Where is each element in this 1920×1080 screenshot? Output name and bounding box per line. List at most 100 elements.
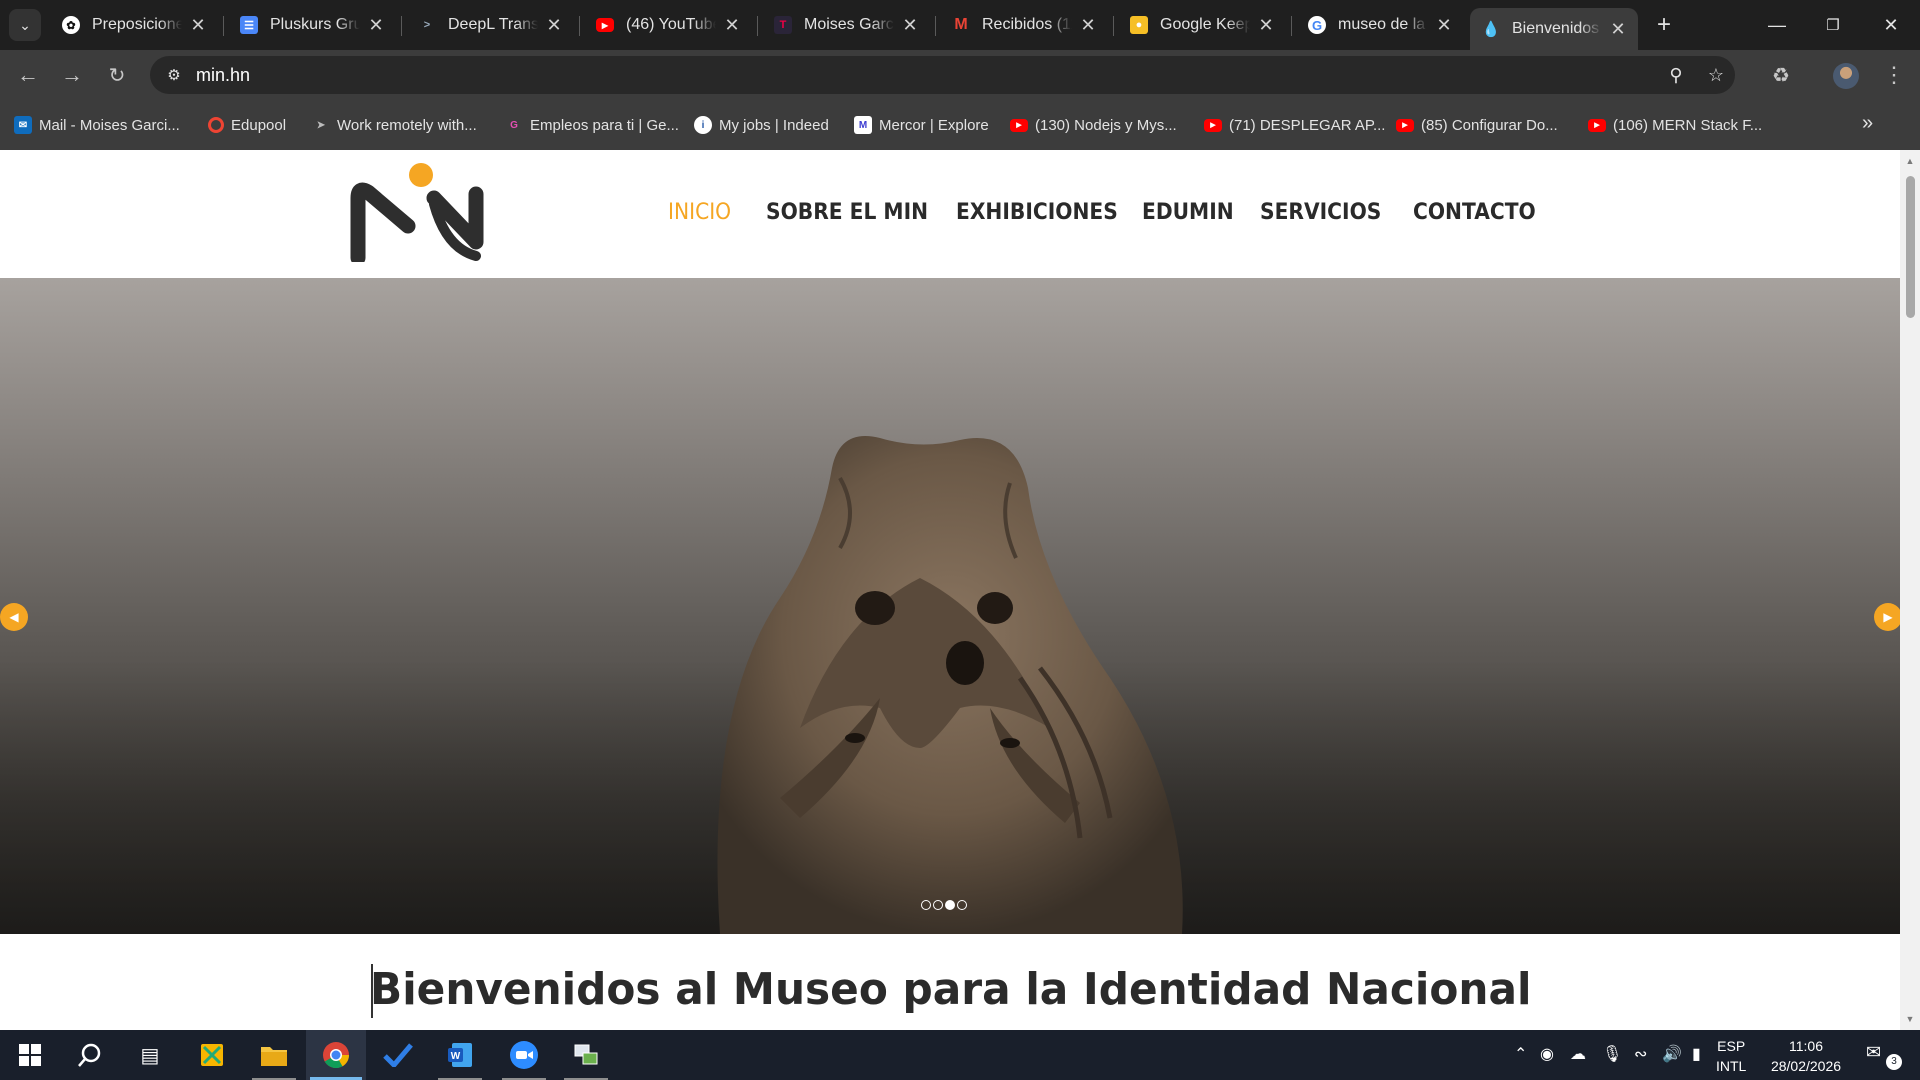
youtube-icon: ▶ xyxy=(1010,118,1028,132)
nav-edumin[interactable]: EDUMIN xyxy=(1142,192,1242,232)
tab-google-search[interactable]: G museo de la i ✕ xyxy=(1296,8,1464,42)
close-icon[interactable]: ✕ xyxy=(1256,15,1276,36)
onedrive-icon[interactable]: ☁ xyxy=(1570,1044,1586,1064)
nav-servicios[interactable]: SERVICIOS xyxy=(1260,192,1392,232)
start-windows-icon[interactable] xyxy=(0,1030,60,1080)
close-icon[interactable]: ✕ xyxy=(722,15,742,36)
tab-title: Moises Garcia xyxy=(804,16,894,33)
meet-now-icon[interactable]: ◉ xyxy=(1540,1044,1554,1064)
tab-preposiciones[interactable]: ✿ Preposiciones ✕ xyxy=(50,8,218,42)
bookmark-star-icon[interactable]: ☆ xyxy=(1702,61,1730,89)
carousel-dot-4[interactable] xyxy=(957,900,967,910)
profile-avatar[interactable] xyxy=(1833,63,1859,89)
bookmarks-overflow-icon[interactable]: » xyxy=(1862,112,1873,135)
minimize-button[interactable]: — xyxy=(1752,6,1802,44)
carousel-dot-3[interactable] xyxy=(945,900,955,910)
tab-moises[interactable]: T Moises Garcia ✕ xyxy=(762,8,930,42)
close-icon[interactable]: ✕ xyxy=(188,15,208,36)
bookmark-desplegar[interactable]: ▶ (71) DESPLEGAR AP... xyxy=(1204,114,1385,136)
page-scrollbar[interactable]: ▲ ▼ xyxy=(1900,150,1920,1030)
bookmark-mern[interactable]: ▶ (106) MERN Stack F... xyxy=(1588,114,1762,136)
tab-search-icon[interactable]: ⌄ xyxy=(9,9,41,41)
word-logo-icon: W xyxy=(448,1043,472,1067)
close-icon[interactable]: ✕ xyxy=(544,15,564,36)
hero-carousel[interactable]: ◀ ▶ xyxy=(0,278,1900,934)
tab-separator xyxy=(579,16,580,36)
site-info-icon[interactable]: ⚙ xyxy=(160,61,188,89)
word-icon[interactable]: W xyxy=(430,1030,490,1080)
window-close-button[interactable]: ✕ xyxy=(1866,6,1916,44)
extensions-icon[interactable]: ♻ xyxy=(1765,59,1797,91)
menu-icon[interactable]: ⋮ xyxy=(1878,59,1910,91)
tab-pluskurs[interactable]: ☰ Pluskurs Grun ✕ xyxy=(228,8,396,42)
bookmark-indeed[interactable]: i My jobs | Indeed xyxy=(694,114,829,136)
bookmark-label: My jobs | Indeed xyxy=(719,116,829,134)
bookmark-nodejs[interactable]: ▶ (130) Nodejs y Mys... xyxy=(1010,114,1177,136)
min-logo[interactable] xyxy=(350,156,492,262)
network-app-icon[interactable] xyxy=(556,1030,616,1080)
close-icon[interactable]: ✕ xyxy=(1078,15,1098,36)
file-explorer-icon[interactable] xyxy=(244,1030,304,1080)
address-bar[interactable]: ⚙ min.hn ⚲ ☆ xyxy=(150,56,1735,94)
zoom-icon[interactable]: ⚲ xyxy=(1662,61,1690,89)
close-icon[interactable]: ✕ xyxy=(366,15,386,36)
search-icon[interactable] xyxy=(60,1030,120,1080)
close-icon[interactable]: ✕ xyxy=(900,15,920,36)
bookmark-configurar[interactable]: ▶ (85) Configurar Do... xyxy=(1396,114,1558,136)
task-view-icon[interactable]: ▤ xyxy=(120,1030,180,1080)
notification-count: 3 xyxy=(1886,1054,1902,1070)
wifi-icon[interactable]: ∾ xyxy=(1634,1044,1647,1064)
close-icon[interactable]: ✕ xyxy=(1434,15,1454,36)
clock[interactable]: 11:06 28/02/2026 xyxy=(1763,1036,1849,1076)
tab-bienvenidos[interactable]: 💧 Bienvenidos a ✕ xyxy=(1470,8,1638,50)
nav-label: CONTACTO xyxy=(1413,199,1536,225)
bookmark-label: Mail - Moises Garci... xyxy=(39,116,180,134)
snipping-tool-icon[interactable] xyxy=(182,1030,242,1080)
checkmark-icon xyxy=(383,1043,413,1067)
bookmark-mercor[interactable]: M Mercor | Explore xyxy=(854,114,989,136)
volume-icon[interactable]: 🔊 xyxy=(1662,1044,1682,1064)
close-icon[interactable]: ✕ xyxy=(1608,19,1628,40)
new-tab-button[interactable]: + xyxy=(1649,10,1679,40)
battery-icon[interactable]: ▮ xyxy=(1692,1044,1701,1064)
carousel-dot-2[interactable] xyxy=(933,900,943,910)
microphone-icon[interactable]: 🎙 xyxy=(1602,1044,1622,1064)
zoom-icon[interactable] xyxy=(494,1030,554,1080)
bookmark-edupool[interactable]: Edupool xyxy=(208,114,286,136)
scroll-down-icon[interactable]: ▼ xyxy=(1905,1014,1915,1024)
bookmark-mail[interactable]: ✉ Mail - Moises Garci... xyxy=(14,114,180,136)
back-button[interactable]: ← xyxy=(12,59,44,91)
tab-youtube[interactable]: ▶ (46) YouTube ✕ xyxy=(584,8,752,42)
input-language[interactable]: ESP INTL xyxy=(1716,1036,1746,1076)
carousel-dot-1[interactable] xyxy=(921,900,931,910)
scroll-up-icon[interactable]: ▲ xyxy=(1905,156,1915,166)
bookmark-empleos[interactable]: G Empleos para ti | Ge... xyxy=(505,114,679,136)
tab-title: Pluskurs Grun xyxy=(270,16,360,33)
tab-deepl[interactable]: > DeepL Transl ✕ xyxy=(406,8,574,42)
forward-button[interactable]: → xyxy=(56,59,88,91)
nav-exhibiciones[interactable]: EXHIBICIONES xyxy=(956,192,1132,232)
restore-button[interactable]: ❐ xyxy=(1808,6,1858,44)
carousel-next-button[interactable]: ▶ xyxy=(1874,603,1900,631)
url-text[interactable]: min.hn xyxy=(196,65,250,86)
deepl-icon: > xyxy=(423,19,431,31)
bookmark-label: Mercor | Explore xyxy=(879,116,989,134)
bookmarks-bar: ✉ Mail - Moises Garci... Edupool ➤ Work … xyxy=(0,100,1920,150)
nav-inicio[interactable]: INICIO xyxy=(668,192,737,232)
scrollbar-thumb[interactable] xyxy=(1906,176,1915,318)
bookmark-work-remotely[interactable]: ➤ Work remotely with... xyxy=(312,114,477,136)
tab-gmail[interactable]: M Recibidos (11 ✕ xyxy=(940,8,1108,42)
tab-google-keep[interactable]: ● Google Keep ✕ xyxy=(1118,8,1286,42)
tab-title: Bienvenidos a xyxy=(1512,20,1602,37)
tab-separator xyxy=(935,16,936,36)
google-docs-icon: ☰ xyxy=(240,16,258,34)
chrome-icon[interactable] xyxy=(306,1030,366,1080)
todo-icon[interactable] xyxy=(368,1030,428,1080)
show-hidden-icons-icon[interactable]: ⌃ xyxy=(1514,1044,1527,1064)
nav-contacto[interactable]: CONTACTO xyxy=(1413,192,1546,232)
nav-sobre-el-min[interactable]: SOBRE EL MIN xyxy=(766,192,942,232)
carousel-prev-button[interactable]: ◀ xyxy=(0,603,28,631)
reload-button[interactable]: ↻ xyxy=(101,59,133,91)
nav-label: INICIO xyxy=(668,199,732,225)
tab-title: Recibidos (11 xyxy=(982,16,1072,33)
